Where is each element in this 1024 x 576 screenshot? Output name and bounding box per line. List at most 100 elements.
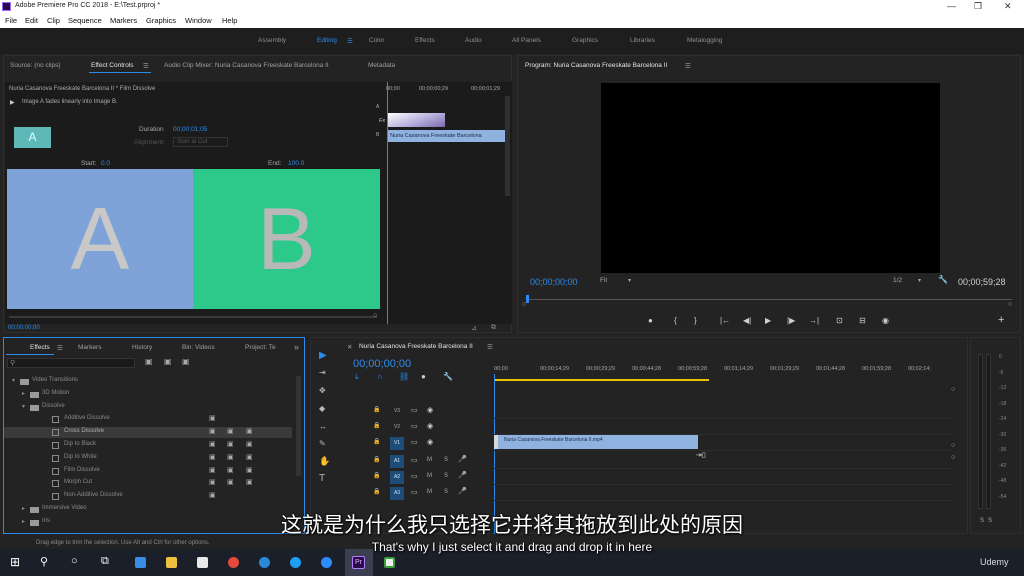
mute-track-button[interactable]: M: [427, 457, 432, 463]
workspace-graphics[interactable]: Graphics: [572, 37, 598, 44]
track-target-v3[interactable]: V3: [390, 405, 404, 418]
track-lane[interactable]: [494, 420, 952, 435]
add-marker-button[interactable]: ●: [648, 316, 653, 325]
sync-lock-icon[interactable]: ▭: [411, 406, 418, 414]
tab-history[interactable]: History: [132, 344, 152, 351]
timeline-vscroll-mid-icon[interactable]: ○: [951, 442, 955, 449]
tab-effects[interactable]: Effects: [30, 344, 50, 351]
disclosure-chevron-icon[interactable]: ▾: [12, 377, 15, 384]
track-lane[interactable]: [494, 486, 952, 501]
effect-item[interactable]: ▣ ▣ ▣ Dip to White: [4, 453, 292, 464]
32bit-effects-icon[interactable]: ▣: [164, 357, 172, 366]
track-target-a3[interactable]: A3: [390, 487, 404, 500]
solo-track-button[interactable]: S: [444, 457, 448, 463]
button-editor-add-icon[interactable]: +: [998, 314, 1004, 326]
mini-preview-a[interactable]: A: [14, 127, 51, 148]
toggle-track-output-eye-icon[interactable]: ◉: [427, 422, 433, 430]
workspace-color[interactable]: Color: [369, 37, 385, 44]
workspace-menu-icon[interactable]: ☰: [347, 37, 353, 45]
resolution-chevron-down-icon[interactable]: ▾: [918, 277, 921, 284]
toggle-track-output-eye-icon[interactable]: ◉: [427, 406, 433, 414]
effect-timecode[interactable]: 00;00;00;00: [8, 325, 40, 331]
timeline-timecode[interactable]: 00;00;00;00: [353, 358, 411, 370]
close-button[interactable]: ✕: [1004, 1, 1012, 12]
workspace-effects[interactable]: Effects: [415, 37, 435, 44]
menu-graphics[interactable]: Graphics: [146, 16, 176, 25]
effect-item[interactable]: ▣ Non-Additive Dissolve: [4, 491, 292, 502]
program-video-frame[interactable]: [601, 83, 940, 273]
effect-item[interactable]: ▣ ▣ ▣ Cross Dissolve: [4, 427, 292, 439]
file-explorer-icon[interactable]: [166, 557, 177, 568]
sync-lock-icon[interactable]: ▭: [411, 456, 418, 464]
program-current-timecode[interactable]: 00;00;00;00: [530, 277, 578, 287]
step-forward-button[interactable]: |▶: [787, 316, 795, 325]
effects-folder[interactable]: ▾ Dissolve: [4, 402, 292, 413]
toggle-track-output-eye-icon[interactable]: ◉: [427, 438, 433, 446]
mark-in-button[interactable]: {: [674, 316, 677, 325]
ec-filter-icon[interactable]: ⊿: [471, 324, 477, 332]
timeline-settings-wrench-icon[interactable]: 🔧: [443, 372, 453, 381]
clip-transition-handle[interactable]: [494, 435, 498, 449]
linked-selection-icon[interactable]: ⛓: [399, 372, 409, 381]
accelerated-effects-icon[interactable]: ▣: [145, 357, 153, 366]
sync-lock-icon[interactable]: ▭: [411, 422, 418, 430]
tab-project[interactable]: Project: Te: [245, 344, 276, 351]
voice-over-record-mic-icon[interactable]: 🎤: [458, 471, 467, 479]
add-marker-icon[interactable]: ●: [421, 372, 426, 381]
mark-out-button[interactable]: }: [694, 316, 697, 325]
menu-clip[interactable]: Clip: [47, 16, 60, 25]
track-lock-icon[interactable]: 🔒: [373, 472, 380, 479]
track-target-a1[interactable]: A1: [390, 455, 404, 468]
workspace-assembly[interactable]: Assembly: [258, 37, 286, 44]
menu-edit[interactable]: Edit: [25, 16, 38, 25]
sync-lock-icon[interactable]: ▭: [411, 488, 418, 496]
preview-b[interactable]: B: [193, 169, 380, 309]
track-lock-icon[interactable]: 🔒: [373, 488, 380, 495]
workspace-editing[interactable]: Editing: [317, 37, 337, 44]
yuv-effects-icon[interactable]: ▣: [182, 357, 190, 366]
fit-select[interactable]: Fit: [600, 277, 638, 287]
sequence-close-icon[interactable]: ✕: [347, 343, 352, 351]
sequence-tab[interactable]: Nuria Casanova Freeskate Barcelona II: [359, 343, 473, 350]
chrome-icon[interactable]: [228, 557, 239, 568]
menu-window[interactable]: Window: [185, 16, 212, 25]
camtasia-icon[interactable]: [384, 557, 395, 568]
timeline-vscroll-bottom-icon[interactable]: ○: [951, 454, 955, 461]
track-lock-icon[interactable]: 🔒: [373, 456, 380, 463]
duration-value[interactable]: 00;00;01;05: [173, 126, 207, 133]
effects-menu-icon[interactable]: ☰: [57, 344, 63, 352]
start-value[interactable]: 0.0: [101, 160, 110, 167]
ec-export-icon[interactable]: ⧉: [491, 324, 496, 332]
store-icon[interactable]: [197, 557, 208, 568]
track-lane[interactable]: [494, 454, 952, 469]
effect-item[interactable]: ▣ ▣ ▣ Film Dissolve: [4, 466, 292, 477]
sync-lock-icon[interactable]: ▭: [411, 472, 418, 480]
workspace-audio[interactable]: Audio: [465, 37, 482, 44]
workspace-libraries[interactable]: Libraries: [630, 37, 655, 44]
tab-source[interactable]: Source: (no clips): [10, 62, 61, 69]
slip-tool-icon[interactable]: ↔: [319, 422, 327, 431]
transition-clip[interactable]: [387, 113, 445, 127]
premiere-taskbar-icon[interactable]: Pr: [352, 556, 365, 569]
effects-scrollbar[interactable]: [296, 376, 301, 476]
track-lock-icon[interactable]: 🔒: [373, 422, 380, 429]
voice-over-record-mic-icon[interactable]: 🎤: [458, 487, 467, 495]
app-blue-icon[interactable]: [259, 557, 270, 568]
tab-effect-controls[interactable]: Effect Controls: [91, 62, 134, 69]
voice-over-record-mic-icon[interactable]: 🎤: [458, 455, 467, 463]
type-tool-icon[interactable]: T: [319, 473, 325, 484]
track-select-tool-icon[interactable]: ⇥: [319, 368, 326, 377]
ec-vertical-scrollbar[interactable]: [505, 96, 510, 196]
tab-bin-videos[interactable]: Bin: Videos: [182, 344, 215, 351]
go-to-in-button[interactable]: |←: [720, 316, 730, 325]
tab-markers[interactable]: Markers: [78, 344, 101, 351]
timeline-vscroll-top-icon[interactable]: ○: [951, 386, 955, 393]
workspace-metalogging[interactable]: Metalogging: [687, 37, 722, 44]
end-value[interactable]: 100.0: [288, 160, 304, 167]
export-frame-button[interactable]: ◉: [882, 316, 889, 325]
sync-lock-icon[interactable]: ▭: [411, 438, 418, 446]
timeline-menu-icon[interactable]: ☰: [487, 343, 493, 351]
program-zoom-left-icon[interactable]: ○: [522, 301, 526, 308]
menu-help[interactable]: Help: [222, 16, 237, 25]
ripple-edit-tool-icon[interactable]: ✥: [319, 386, 326, 395]
